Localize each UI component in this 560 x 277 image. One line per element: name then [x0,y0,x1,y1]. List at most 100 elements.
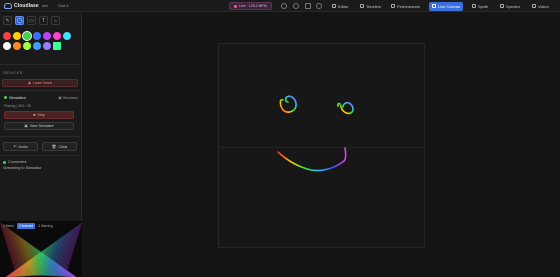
spectrum-icon [500,4,504,8]
drawn-strokes [277,95,354,172]
color-swatch[interactable] [33,32,41,40]
color-swatch[interactable] [63,32,71,40]
send-icon[interactable] [305,3,311,9]
color-swatch[interactable] [23,42,31,50]
settings-icon[interactable] [316,3,322,9]
app-name: Cloudlase [14,2,39,9]
preview-tab-warning[interactable]: 3 Warning [36,223,54,229]
eye-icon [532,4,536,8]
drawing-tools: ✎ ◯ ▭ T ⌂ [3,16,60,25]
divider [0,90,82,91]
help-icon[interactable] [293,3,299,9]
connection-status: Connected Streaming to Simulator [3,160,42,171]
pencil-icon [432,4,436,8]
right-eye-stroke [337,101,354,115]
stop-icon: ■ [33,113,36,117]
learn-label: Learn Ilmed [33,81,53,85]
color-swatch[interactable] [13,32,21,40]
broadcast-icon[interactable] [281,3,287,9]
divider [0,155,82,156]
connected-dot-icon [3,161,6,165]
divider [0,64,82,65]
color-swatch[interactable] [53,42,61,50]
undo-button[interactable]: ↶ Undo [3,142,38,151]
wave-icon [472,4,476,8]
status-dot-icon [4,96,7,99]
color-swatch[interactable] [13,42,21,50]
color-swatch[interactable] [33,42,41,50]
stop-button[interactable]: ■ Stop [4,111,74,119]
divider [0,136,82,137]
rectangle-tool-icon[interactable]: ▭ [27,16,36,25]
device-type-label: Simulator [62,95,78,100]
nav-label: Synth [478,3,489,9]
app-logo[interactable]: Cloudlase labs [4,2,49,9]
nav-performance[interactable]: Performance [388,2,423,11]
mouth-stroke [277,147,347,172]
preview-tabs: 3 Beam 2 Ambient 3 Warning [1,223,55,229]
color-swatch[interactable] [21,30,33,42]
monitor-icon: ▣ [58,95,62,100]
nav-spectra[interactable]: Spectra [497,2,523,11]
nav-vision[interactable]: Vision [529,2,552,11]
live-dot-icon [234,4,237,8]
clear-button[interactable]: 🗑 Clear [42,142,77,151]
app-sub: labs [41,3,49,8]
color-swatch[interactable] [3,32,11,40]
live-indicator[interactable]: Live · 120.0 BPM [229,2,272,10]
top-bar: Cloudlase labs Cue 1 Live · 120.0 BPM Ed… [0,0,560,12]
status-line-2: Streaming to Simulator [3,165,42,170]
nav-label: Spectra [506,3,520,9]
shape-tool-icon[interactable]: ⌂ [51,16,60,25]
nav-label: Live Canvas [438,3,461,9]
preview-tab-ambient[interactable]: 2 Ambient [17,223,36,229]
nav-synth[interactable]: Synth [469,2,491,11]
live-label: Live · 120.0 BPM [239,4,267,8]
nav-label: Editor [338,3,349,9]
circle-tool-icon[interactable]: ◯ [15,16,24,25]
nav-label: Performance [397,3,420,9]
nav-label: Vision [538,3,549,9]
left-eye-stroke [279,95,297,113]
device-name: Simulator [4,95,26,100]
nav-live-canvas[interactable]: Live Canvas [429,1,464,11]
undo-label: Undo [18,144,28,149]
status-line-1: Connected [8,160,27,164]
tab-label: 3 Beam [3,224,14,228]
color-swatch[interactable] [43,42,51,50]
color-palette [3,30,75,50]
beam-preview-graphic [0,222,82,277]
nav-label: Timeline [366,3,381,9]
cloud-logo-icon [4,2,12,9]
nav-timeline[interactable]: Timeline [357,2,384,11]
color-swatch[interactable] [53,32,61,40]
nav-editor[interactable]: Editor [329,2,351,11]
device-row[interactable]: Simulator ▣ Simulator [4,95,78,100]
preview-tab-beam[interactable]: 3 Beam [1,223,16,229]
stop-label: Stop [37,113,45,117]
trash-icon: 🗑 [51,145,57,149]
project-name[interactable]: Cue 1 [58,3,69,8]
clear-label: Clear [58,144,68,149]
record-icon: ◉ [27,81,32,85]
grid-icon [391,4,395,8]
learn-button[interactable]: ◉ Learn Ilmed [2,79,78,87]
view-label: View Simulator [29,124,54,128]
live-drawing-canvas[interactable] [218,43,425,248]
view-simulator-button[interactable]: ▣ View Simulator [4,122,74,130]
tab-label: 2 Ambient [19,224,34,228]
undo-icon: ↶ [13,145,17,149]
devices-title: DEVICES [3,70,23,75]
timeline-icon [360,4,364,8]
laser-preview: 3 Beam 2 Ambient 3 Warning [0,221,82,277]
pencil-tool-icon[interactable]: ✎ [3,16,12,25]
color-swatch[interactable] [43,32,51,40]
device-name-label: Simulator [9,95,26,100]
color-swatch[interactable] [3,42,11,50]
tab-label: 3 Warning [38,224,53,228]
device-type: ▣ Simulator [58,96,78,100]
device-info: Playing | 562 / 3K [4,104,32,108]
monitor-icon: ▣ [24,124,28,128]
text-tool-icon[interactable]: T [39,16,48,25]
gear-icon [332,4,336,8]
